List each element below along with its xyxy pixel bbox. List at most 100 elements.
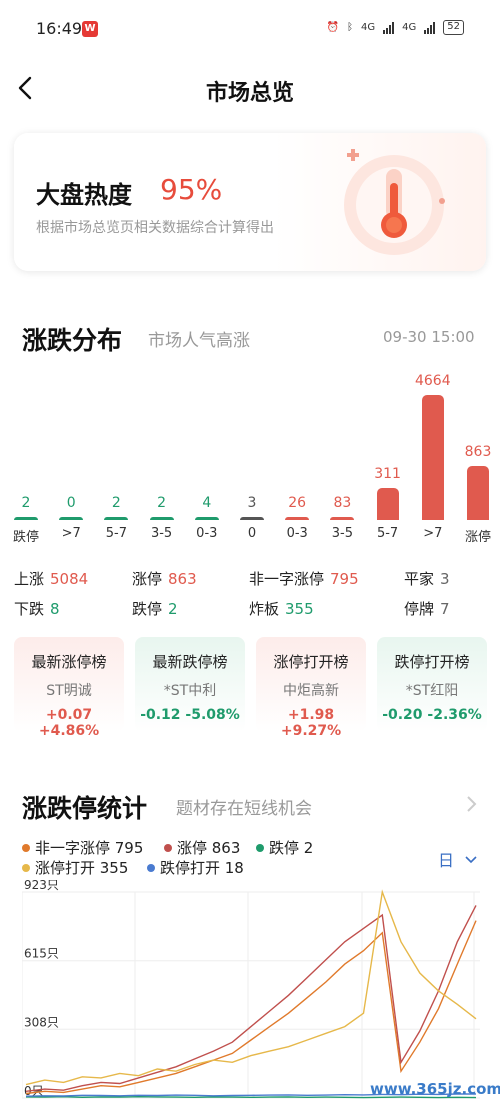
signal-icon: [383, 21, 395, 34]
stat-flat-value: 3: [440, 570, 450, 588]
distribution-bar-label: 3-5: [331, 526, 353, 541]
distribution-bar: [240, 517, 264, 520]
status-bar: 16:49 W ⏰ ᛒ 4G 4G 52: [0, 0, 500, 58]
stat-non-one-value: 795: [330, 570, 359, 588]
stat-suspend-label: 停牌: [404, 600, 435, 618]
legend-dot: [22, 844, 30, 852]
chart-y-tick-label: 615只: [24, 947, 59, 961]
legend-limit-up-opened: 涨停打开 355: [22, 857, 128, 878]
rank-latest-limit-down[interactable]: 最新跌停榜 *ST中利 -0.12 -5.08%: [135, 637, 245, 732]
chart-y-tick-label: 308只: [24, 1015, 59, 1029]
distribution-bar-label: 0-3: [196, 526, 218, 541]
distribution-bar-label: 5-7: [376, 526, 399, 541]
rank-title: 最新跌停榜: [152, 653, 228, 671]
rank-latest-limit-up[interactable]: 最新涨停榜 ST明诚 +0.07 +4.86%: [14, 637, 124, 739]
limit-stats-title: 涨跌停统计: [22, 794, 148, 823]
battery-icon: 52: [443, 20, 464, 35]
stat-up: 上涨 5084: [14, 568, 88, 589]
signal-icon-2: [424, 21, 436, 34]
legend-dot: [164, 844, 172, 852]
stat-limit-down-value: 2: [168, 600, 178, 618]
stat-broken-value: 355: [285, 600, 314, 618]
heat-subtitle: 根据市场总览页相关数据综合计算得出: [36, 220, 274, 236]
stat-broken: 炸板 355: [249, 598, 314, 619]
distribution-bar: [59, 517, 84, 520]
stat-broken-label: 炸板: [249, 600, 280, 618]
heat-title: 大盘热度: [36, 181, 132, 209]
period-label: 日: [438, 851, 455, 870]
thermometer-icon: [344, 149, 445, 255]
rank-stock-name: 中炬高新: [283, 683, 339, 699]
stat-limit-down-label: 跌停: [132, 600, 163, 618]
chevron-down-icon: [465, 856, 477, 864]
stat-limit-down: 跌停 2: [132, 598, 178, 619]
distribution-bar-label: 涨停: [464, 530, 491, 545]
rank-stock-name: *ST中利: [163, 683, 217, 699]
legend-label: 跌停 2: [269, 839, 314, 857]
bluetooth-icon: ᛒ: [347, 22, 354, 33]
status-time: 16:49: [36, 19, 83, 38]
distribution-bar-label: >7: [61, 526, 81, 541]
distribution-title: 涨跌分布: [22, 326, 123, 355]
distribution-bar-value: 26: [288, 495, 307, 511]
distribution-bar-value: 311: [374, 465, 401, 482]
chevron-right-icon[interactable]: [464, 794, 478, 814]
distribution-bar: [376, 487, 399, 520]
legend-dot: [147, 864, 155, 872]
distribution-bar-label: 0-3: [286, 526, 308, 541]
distribution-time: 09-30 15:00: [383, 328, 475, 346]
rank-title: 涨停打开榜: [273, 653, 349, 671]
nav-bar: 市场总览: [0, 58, 500, 120]
distribution-bar: [285, 517, 310, 520]
stat-down-value: 8: [50, 600, 60, 618]
rank-change: +1.98 +9.27%: [280, 707, 342, 739]
period-selector[interactable]: 日: [438, 847, 477, 871]
distribution-bar-value: 2: [157, 495, 167, 511]
stat-flat-label: 平家: [404, 570, 435, 588]
rank-stock-name: ST明诚: [46, 683, 92, 699]
watermark-text: www.365jz.com: [370, 1080, 500, 1098]
legend-label: 非一字涨停 795: [35, 839, 144, 857]
market-heat-card[interactable]: 大盘热度 95% 根据市场总览页相关数据综合计算得出: [14, 133, 486, 271]
distribution-chart: 2 跌停 0 >7 2 5-7 2 3-5 4 0-3 3 0 26 0-3 83 3-5 311 5-7 4664…: [0, 360, 500, 550]
distribution-bar: [194, 517, 219, 520]
distribution-bar-value: 3: [247, 495, 257, 511]
limit-stats-line-chart: 923只615只308只0只: [22, 880, 480, 1099]
distribution-bar-value: 863: [464, 444, 492, 461]
legend-dot: [22, 864, 30, 872]
rank-limit-down-opened[interactable]: 跌停打开榜 *ST红阳 -0.20 -2.36%: [377, 637, 487, 732]
stat-down-label: 下跌: [14, 600, 45, 618]
stat-flat: 平家 3: [404, 568, 450, 589]
rank-stock-name: *ST红阳: [405, 683, 459, 699]
distribution-bar: [104, 517, 129, 520]
legend-dot: [256, 844, 264, 852]
distribution-bar-value: 0: [66, 495, 76, 511]
page-title: 市场总览: [205, 81, 294, 106]
stat-suspend: 停牌 7: [404, 598, 450, 619]
distribution-bar-value: 83: [333, 495, 352, 511]
distribution-bar: [14, 517, 38, 520]
distribution-bar: [467, 466, 489, 520]
distribution-bar: [330, 517, 355, 520]
distribution-bar-label: 3-5: [150, 526, 173, 541]
rank-limit-up-opened[interactable]: 涨停打开榜 中炬高新 +1.98 +9.27%: [256, 637, 366, 739]
legend-label: 涨停打开 355: [35, 859, 129, 877]
legend-limit-down: 跌停 2: [256, 837, 313, 858]
chart-series-line: [25, 889, 477, 1086]
stat-down: 下跌 8: [14, 598, 60, 619]
distribution-bar: [421, 395, 444, 520]
rank-title: 跌停打开榜: [394, 653, 470, 671]
distribution-bar-label: >7: [423, 526, 443, 541]
distribution-bar-value: 4664: [414, 373, 451, 389]
distribution-bar: [149, 517, 174, 520]
legend-label: 跌停打开 18: [160, 859, 244, 877]
legend-non-one-limit-up: 非一字涨停 795: [22, 837, 143, 858]
heat-value: 95%: [160, 173, 223, 206]
distribution-bar-label: 跌停: [12, 530, 39, 545]
stat-non-one: 非一字涨停 795: [249, 568, 359, 589]
distribution-bar-label: 0: [247, 526, 257, 541]
distribution-bar-value: 2: [111, 495, 121, 511]
legend-label: 涨停 863: [177, 839, 241, 857]
chart-y-tick-label: 923只: [24, 880, 59, 892]
stat-suspend-value: 7: [440, 600, 450, 618]
